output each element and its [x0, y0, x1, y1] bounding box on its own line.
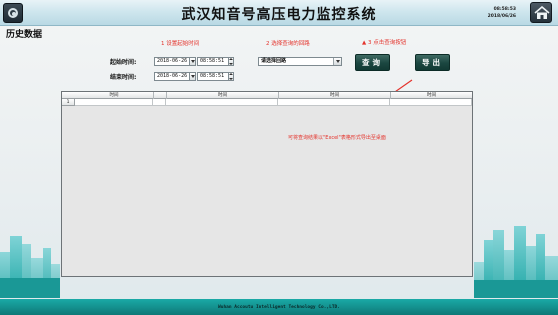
column-header-blank[interactable] — [153, 92, 166, 99]
table-header: 时间 时间 时间 时间 — [62, 92, 472, 99]
table-cell[interactable] — [166, 99, 278, 106]
company-name: Wuhan Accoutu Intelligent Technology Co.… — [218, 305, 340, 310]
export-note: 可将查询结果以"Excel"表格形式导出至桌面 — [288, 135, 386, 141]
table-cell[interactable] — [75, 99, 153, 106]
history-data-screen: 武汉知音号高压电力监控系统 08:58:53 2018/06/26 历史数据 1… — [0, 0, 558, 315]
column-header-time[interactable]: 时间 — [390, 92, 472, 99]
city-skyline-image — [0, 226, 558, 298]
table-cell[interactable] — [153, 99, 166, 106]
table-cell[interactable] — [278, 99, 390, 106]
column-header-time[interactable]: 时间 — [75, 92, 153, 99]
table-cell[interactable] — [390, 99, 472, 106]
column-header-time[interactable]: 时间 — [278, 92, 390, 99]
column-header-time[interactable]: 时间 — [166, 92, 278, 99]
row-number: 1 — [62, 99, 75, 106]
